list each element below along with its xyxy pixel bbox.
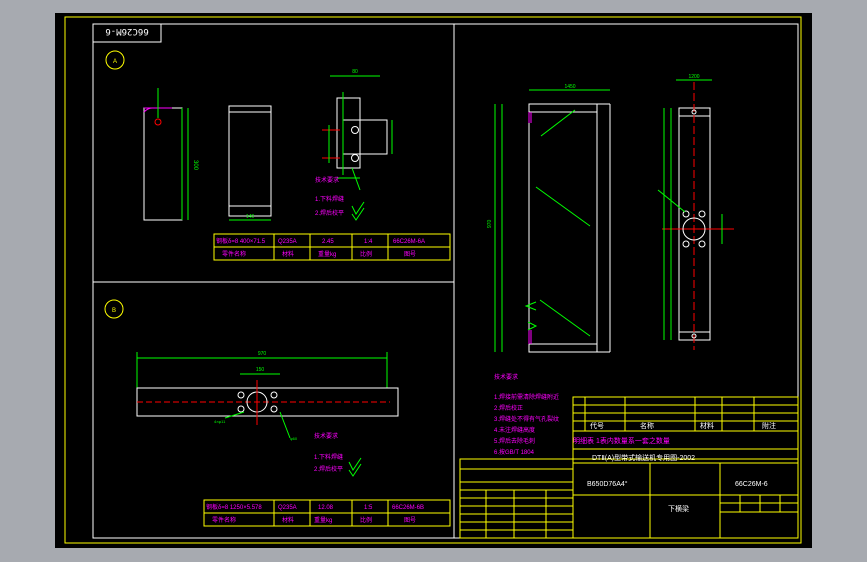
svg-text:2.45: 2.45 (322, 239, 334, 245)
svg-text:φ60: φ60 (290, 436, 298, 441)
svg-text:零件名称: 零件名称 (212, 516, 236, 524)
dim-a-top: 80 (352, 69, 358, 75)
dim-a-height: 300 (192, 160, 198, 171)
dim-hole-label: 4×φ11 (214, 419, 226, 424)
drawing-number-text: 66C26M-6 (105, 26, 148, 36)
svg-text:1200: 1200 (688, 74, 699, 80)
svg-text:3.焊缝处不得有气孔裂纹: 3.焊缝处不得有气孔裂纹 (494, 415, 559, 423)
series-label: B650D76A4° (587, 480, 628, 488)
svg-text:技术要求: 技术要求 (315, 176, 339, 184)
dim-main-height: 970 (487, 219, 493, 228)
company-name: DTⅡ(A)型带式输送机专用图-2002 (592, 453, 695, 462)
svg-text:1:4: 1:4 (364, 239, 373, 245)
svg-text:材料: 材料 (282, 250, 294, 258)
part-name: 下横梁 (668, 504, 689, 513)
model-space (55, 13, 812, 548)
svg-text:图号: 图号 (404, 251, 416, 258)
drawing-number: 66C26M-6 (735, 481, 768, 488)
svg-text:Q235A: Q235A (278, 505, 297, 511)
svg-text:钢板δ=8 400×71.5: 钢板δ=8 400×71.5 (216, 237, 266, 245)
svg-text:重量kg: 重量kg (314, 516, 332, 524)
svg-text:2.焊后校平: 2.焊后校平 (314, 465, 343, 473)
svg-text:A: A (113, 59, 117, 65)
svg-text:6.按GB/T 1804: 6.按GB/T 1804 (494, 448, 535, 456)
svg-text:Q235A: Q235A (278, 239, 297, 245)
svg-text:1.焊接前需清除焊缝附近: 1.焊接前需清除焊缝附近 (494, 393, 559, 401)
svg-text:2.焊后校正: 2.焊后校正 (494, 404, 523, 412)
svg-text:比例: 比例 (360, 516, 372, 524)
svg-text:1.下料焊缝: 1.下料焊缝 (314, 453, 343, 461)
bom-title: 明细表 1表内数量系一套之数量 (573, 436, 670, 445)
svg-text:材料: 材料 (282, 516, 294, 524)
svg-text:4.未注焊缝高度: 4.未注焊缝高度 (494, 426, 535, 434)
dim-main-width: 1450 (564, 84, 575, 90)
cad-drawing-canvas: 66C26M-6 A B 300 140 80 技术要求 1.下料焊缝 2.焊后… (55, 13, 812, 548)
svg-text:技术要求: 技术要求 (494, 373, 518, 381)
svg-text:12.08: 12.08 (318, 505, 334, 511)
svg-text:零件名称: 零件名称 (222, 250, 246, 258)
bom-header-material: 材料 (700, 421, 714, 430)
bom-header-code: 代号 (590, 421, 604, 430)
svg-text:1:5: 1:5 (364, 505, 373, 511)
bom-header-name: 名称 (640, 421, 654, 430)
svg-text:图号: 图号 (404, 517, 416, 524)
dim-a-width: 140 (246, 214, 255, 220)
svg-text:1.下料焊缝: 1.下料焊缝 (315, 195, 344, 203)
svg-text:66C26M-6A: 66C26M-6A (393, 239, 425, 245)
svg-text:重量kg: 重量kg (318, 250, 336, 258)
svg-text:2.焊后校平: 2.焊后校平 (315, 209, 344, 217)
svg-text:150: 150 (256, 367, 265, 373)
svg-text:比例: 比例 (360, 250, 372, 258)
bom-header-note: 附注 (762, 421, 776, 430)
svg-text:技术要求: 技术要求 (314, 432, 338, 440)
svg-text:钢板δ=8 1250×5.578: 钢板δ=8 1250×5.578 (206, 503, 262, 511)
dim-b-length: 970 (258, 351, 267, 357)
svg-text:5.焊后去除毛刺: 5.焊后去除毛刺 (494, 437, 535, 445)
svg-text:B: B (112, 308, 116, 314)
svg-text:66C26M-6B: 66C26M-6B (392, 505, 424, 511)
